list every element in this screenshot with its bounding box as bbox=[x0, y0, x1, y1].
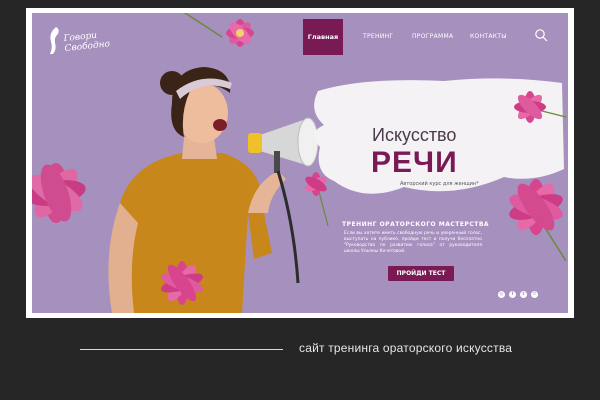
search-icon[interactable] bbox=[534, 28, 548, 42]
hero-title-line1: Искусство bbox=[372, 125, 457, 145]
caption-text: сайт тренинга ораторского искусства bbox=[299, 341, 513, 355]
flower-top-icon bbox=[183, 13, 254, 47]
woman-silhouette-icon bbox=[50, 27, 59, 54]
caption-divider bbox=[80, 349, 283, 350]
instagram-icon[interactable]: ◎ bbox=[498, 291, 505, 298]
nav-item-program[interactable]: ПРОГРАММА bbox=[412, 33, 453, 40]
website-hero: Говори Свободно Главная ТРЕНИНГ ПРОГРАММ… bbox=[32, 13, 568, 313]
nav-item-contacts[interactable]: КОНТАКТЫ bbox=[470, 33, 507, 40]
nav-item-home[interactable]: Главная bbox=[303, 19, 343, 55]
flower-top-right-icon bbox=[514, 91, 567, 123]
facebook-icon[interactable]: f bbox=[509, 291, 516, 298]
take-test-button[interactable]: ПРОЙДИ ТЕСТ bbox=[388, 266, 454, 281]
flower-mid-icon bbox=[305, 172, 329, 227]
brand-logo[interactable]: Говори Свободно bbox=[48, 25, 118, 61]
flower-bottom-icon bbox=[160, 261, 204, 305]
screenshot-frame: Говори Свободно Главная ТРЕНИНГ ПРОГРАММ… bbox=[26, 8, 574, 318]
twitter-icon[interactable]: t bbox=[520, 291, 527, 298]
section-body: Если вы хотите иметь свободную речь и ув… bbox=[344, 231, 482, 254]
social-links: ◎ f t ✆ bbox=[498, 291, 538, 299]
hero-title-line2: РЕЧИ bbox=[371, 146, 458, 179]
section-heading: ТРЕНИНГ ОРАТОРСКОГО МАСТЕРСТВА bbox=[342, 221, 490, 228]
whatsapp-icon[interactable]: ✆ bbox=[531, 291, 538, 298]
nav-item-training[interactable]: ТРЕНИНГ bbox=[363, 33, 393, 40]
flower-right-icon bbox=[509, 179, 567, 262]
logo-text: Говори Свободно bbox=[63, 30, 111, 55]
flower-left-icon bbox=[32, 163, 86, 223]
hero-subtitle: Авторский курс для женщин* bbox=[400, 181, 479, 187]
